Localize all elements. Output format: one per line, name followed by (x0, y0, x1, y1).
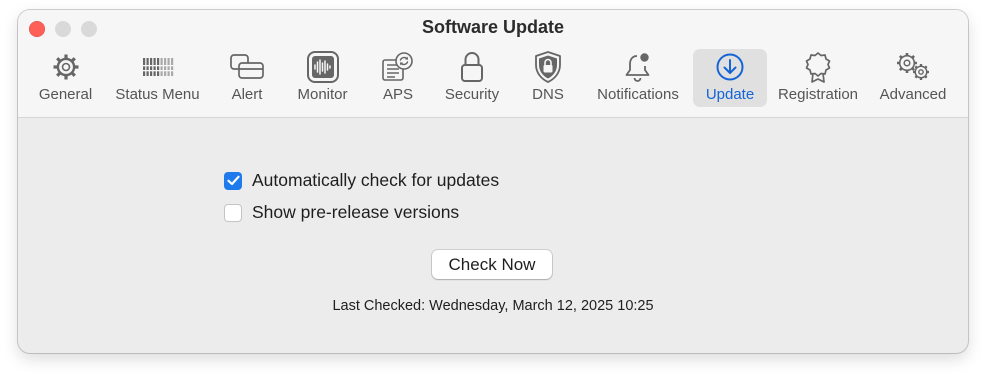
aps-document-icon (381, 49, 415, 85)
tab-update-label: Update (705, 86, 755, 103)
checkmark-icon (226, 175, 240, 186)
update-settings-pane: Automatically check for updates Show pre… (18, 118, 968, 353)
gears-icon (895, 49, 931, 85)
tab-monitor[interactable]: Monitor (290, 49, 355, 107)
tab-status-menu[interactable]: Status Menu (110, 49, 205, 107)
download-arrow-icon (715, 49, 745, 85)
tab-alert-label: Alert (231, 86, 263, 103)
tab-general[interactable]: General (33, 49, 98, 107)
auto-check-label: Automatically check for updates (252, 170, 500, 190)
tab-status-menu-label: Status Menu (115, 86, 200, 103)
tab-aps-label: APS (382, 86, 413, 103)
tab-notifications-label: Notifications (597, 86, 679, 103)
shield-lock-icon (533, 49, 563, 85)
tab-security[interactable]: Security (440, 49, 504, 107)
window-title: Software Update (421, 17, 565, 37)
auto-check-checkbox[interactable] (224, 171, 242, 190)
monitor-waveform-icon (306, 49, 340, 85)
tab-aps[interactable]: APS (375, 49, 421, 107)
tab-dns-label: DNS (532, 86, 564, 103)
auto-check-row[interactable]: Automatically check for updates (224, 170, 499, 191)
tab-registration-label: Registration (777, 86, 859, 103)
software-update-window: Software Update General Status Menu Aler… (18, 10, 968, 353)
tab-advanced[interactable]: Advanced (876, 49, 950, 107)
tab-update[interactable]: Update (693, 49, 767, 107)
gear-icon (51, 49, 81, 85)
tab-monitor-label: Monitor (297, 86, 348, 103)
tab-security-label: Security (444, 86, 500, 103)
tab-dns[interactable]: DNS (526, 49, 570, 107)
toolbar: Software Update General Status Menu Aler… (18, 10, 968, 118)
prerelease-checkbox[interactable] (224, 203, 242, 222)
bell-icon (623, 49, 653, 85)
prerelease-row[interactable]: Show pre-release versions (224, 202, 459, 223)
prerelease-label: Show pre-release versions (252, 202, 460, 222)
tab-advanced-label: Advanced (879, 86, 947, 103)
tab-registration[interactable]: Registration (774, 49, 862, 107)
alert-window-icon (229, 49, 265, 85)
last-checked-status: Last Checked: Wednesday, March 12, 2025 … (332, 298, 654, 314)
lock-icon (459, 49, 485, 85)
check-now-button[interactable]: Check Now (432, 250, 552, 279)
badge-icon (803, 49, 833, 85)
tab-general-label: General (38, 86, 93, 103)
tab-alert[interactable]: Alert (222, 49, 272, 107)
tab-notifications[interactable]: Notifications (592, 49, 684, 107)
status-menu-icon (141, 49, 174, 85)
